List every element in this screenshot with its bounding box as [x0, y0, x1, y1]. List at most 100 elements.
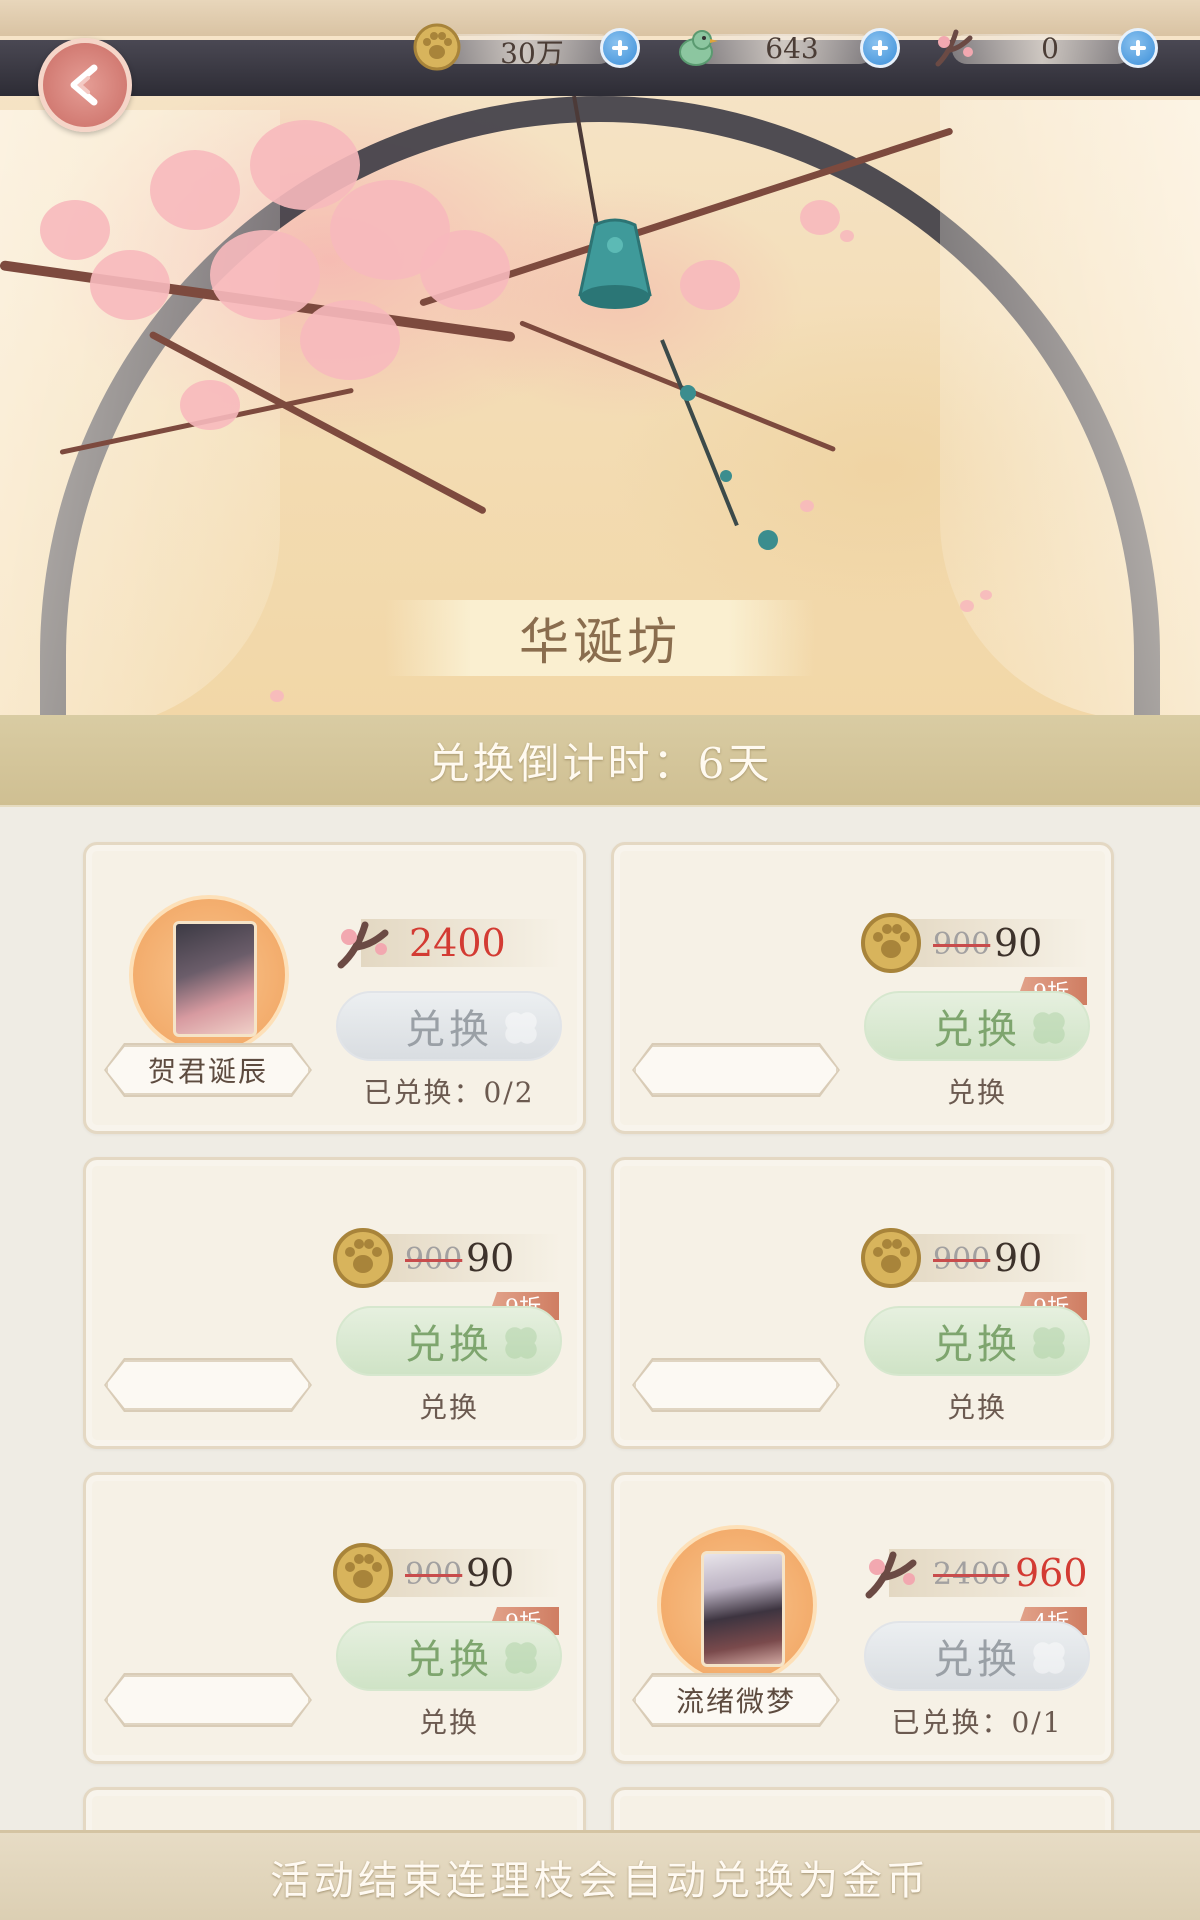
item-avatar-frame: [129, 895, 289, 1055]
back-arrow-icon: [70, 64, 98, 106]
clover-icon: [505, 1327, 537, 1359]
exchange-button-label: 兑换: [933, 1322, 1021, 1368]
blossom: [150, 150, 240, 230]
exchange-status: 已兑换：0/2: [363, 1076, 535, 1109]
exchange-status: 兑换: [418, 1391, 479, 1424]
shop-item-card: 贺君诞辰 2400 兑换 已兑换：0/2: [83, 842, 586, 1134]
item-name-box: [634, 1360, 838, 1410]
clover-icon: [505, 1012, 537, 1044]
shop-item-card: 900 90 9折 兑换 兑换: [83, 1157, 586, 1449]
blossom: [90, 250, 170, 320]
event-banner: 30万 643 0 华诞坊: [0, 0, 1200, 715]
item-name-box: 流绪微梦: [634, 1675, 838, 1725]
item-price: 90: [466, 1236, 515, 1280]
lianlizhi-branch-icon: [935, 29, 973, 67]
exchange-button[interactable]: 兑换: [336, 991, 562, 1061]
shop-title: 华诞坊: [519, 613, 681, 671]
item-price: 2400: [409, 921, 506, 965]
countdown-text: 兑换倒计时：6天: [427, 738, 773, 788]
paw-coin-icon: [413, 23, 461, 71]
exchange-button[interactable]: 兑换: [336, 1306, 562, 1376]
chime-bead: [758, 530, 778, 550]
blossom: [180, 380, 240, 430]
blossom: [800, 200, 840, 235]
shop-item-card: 900 90 9折 兑换 兑换: [83, 1472, 586, 1764]
item-name-box: [106, 1360, 310, 1410]
falling-petal: [840, 230, 854, 242]
add-bird-button[interactable]: [860, 28, 900, 68]
event-notice-bar: 活动结束连理枝会自动兑换为金币: [0, 1830, 1200, 1920]
price-row: 2400 960: [859, 1545, 1089, 1601]
shop-item-card: 流绪微梦 2400 960 4折 兑换 已兑换：0/1: [611, 1472, 1114, 1764]
exchange-button[interactable]: 兑换: [864, 991, 1090, 1061]
shop-title-plaque: 华诞坊: [385, 600, 815, 676]
clover-icon: [1033, 1642, 1065, 1674]
shop-item-card: 900 90 9折 兑换 兑换: [611, 1157, 1114, 1449]
currency-coins: 30万: [412, 22, 640, 72]
exchange-button-label: 兑换: [405, 1637, 493, 1683]
price-row: 900 90: [859, 913, 1089, 973]
paw-coin-icon: [861, 913, 921, 973]
back-button[interactable]: [38, 38, 132, 132]
exchange-status: 兑换: [946, 1391, 1007, 1424]
item-price: 960: [1015, 1551, 1088, 1595]
paw-coin-icon: [861, 1228, 921, 1288]
exchange-button[interactable]: 兑换: [336, 1621, 562, 1691]
item-price: 90: [994, 1236, 1043, 1280]
price-row: 900 90: [859, 1228, 1089, 1288]
character-portrait: [173, 921, 257, 1037]
falling-petal: [270, 690, 284, 702]
currency-branch: 0: [930, 22, 1158, 72]
price-row: 900 90: [331, 1543, 561, 1603]
item-avatar-frame: [657, 1525, 817, 1685]
blossom: [300, 300, 400, 380]
price-row: 2400: [331, 915, 561, 971]
chime-bead: [680, 385, 696, 401]
exchange-status: 兑换: [418, 1706, 479, 1739]
branch-amount: 0: [1041, 32, 1059, 65]
paw-coin-icon: [333, 1228, 393, 1288]
currency-bird: 643: [672, 22, 900, 72]
character-portrait: [701, 1551, 785, 1667]
clover-icon: [505, 1642, 537, 1674]
item-name-box: [106, 1675, 310, 1725]
branch-icon: [865, 1551, 917, 1599]
curtain-right: [940, 100, 1200, 715]
item-name: 流绪微梦: [675, 1685, 796, 1718]
event-notice-text: 活动结束连理枝会自动兑换为金币: [270, 1857, 930, 1904]
falling-petal: [980, 590, 992, 600]
add-branch-button[interactable]: [1118, 28, 1158, 68]
item-price: 90: [466, 1551, 515, 1595]
branch-icon: [337, 921, 389, 969]
item-price: 90: [994, 921, 1043, 965]
blossom: [420, 230, 510, 310]
exchange-button-label: 兑换: [405, 1007, 493, 1053]
price-row: 900 90: [331, 1228, 561, 1288]
add-coins-button[interactable]: [600, 28, 640, 68]
item-name-box: [634, 1045, 838, 1095]
clover-icon: [1033, 1012, 1065, 1044]
exchange-button-label: 兑换: [933, 1007, 1021, 1053]
exchange-status: 已兑换：0/1: [891, 1706, 1063, 1739]
paw-coin-icon: [333, 1543, 393, 1603]
clover-icon: [1033, 1327, 1065, 1359]
original-price: 900: [405, 1242, 463, 1277]
exchange-button[interactable]: 兑换: [864, 1306, 1090, 1376]
exchange-countdown-bar: 兑换倒计时：6天: [0, 715, 1200, 807]
blossom: [210, 230, 320, 320]
exchange-status: 兑换: [946, 1076, 1007, 1109]
coin-amount: 30万: [500, 37, 564, 70]
original-price: 900: [933, 927, 991, 962]
bird-amount: 643: [765, 32, 819, 65]
green-bird-icon: [679, 30, 718, 66]
exchange-button[interactable]: 兑换: [864, 1621, 1090, 1691]
exchange-button-label: 兑换: [933, 1637, 1021, 1683]
wind-chime-icon: [578, 218, 652, 309]
shop-item-card: 900 90 9折 兑换 兑换: [611, 842, 1114, 1134]
exchange-button-label: 兑换: [405, 1322, 493, 1368]
falling-petal: [800, 500, 814, 512]
chime-bead: [720, 470, 732, 482]
blossom: [40, 200, 110, 260]
item-name: 贺君诞辰: [147, 1055, 268, 1088]
original-price: 900: [933, 1242, 991, 1277]
